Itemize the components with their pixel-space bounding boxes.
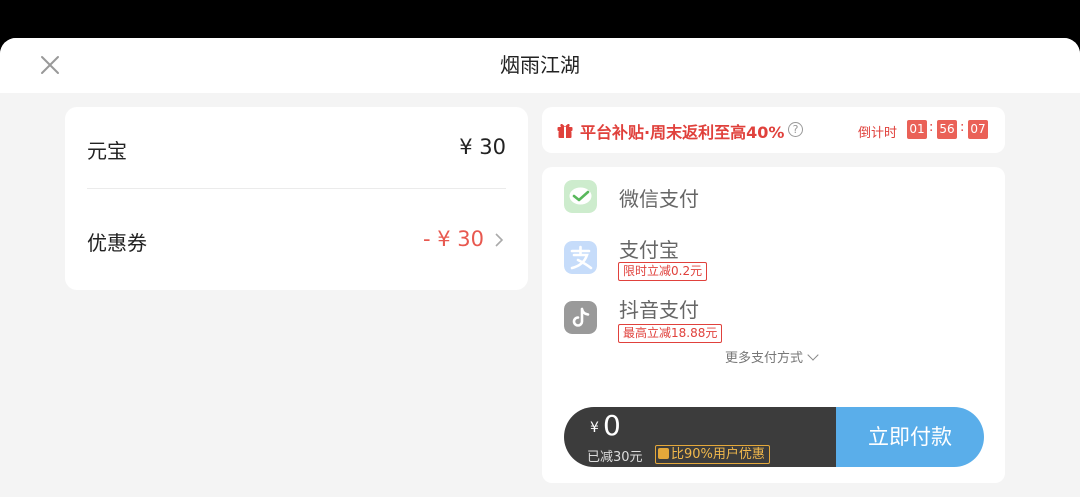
page-title: 烟雨江湖 (500, 53, 580, 77)
countdown-seconds: 07 (968, 120, 988, 139)
compare-text: 比90%用户优惠 (671, 447, 765, 462)
currency-symbol: ¥ (590, 420, 599, 436)
payment-methods-card: 微信支付 支付宝 限时立减0.2元 抖音支付 最高立减18.88元 更多支付方式… (542, 167, 1005, 483)
promo-text: 平台补贴·周末返利至高40% (580, 123, 785, 142)
coupon-value[interactable]: - ¥ 30 (423, 227, 484, 251)
countdown-hours: 01 (907, 120, 927, 139)
pay-option-alipay[interactable]: 支付宝 限时立减0.2元 (542, 229, 1005, 291)
total-summary: ¥ 0 已减30元 比90%用户优惠 (564, 407, 838, 467)
reduced-amount: 已减30元 (587, 450, 643, 465)
pay-option-name: 支付宝 (619, 238, 679, 262)
pay-option-douyin[interactable]: 抖音支付 最高立减18.88元 (542, 291, 1005, 349)
item-label: 元宝 (87, 139, 127, 163)
pay-option-wechat[interactable]: 微信支付 (542, 167, 1005, 227)
item-row: 元宝 ¥ 30 (87, 107, 506, 189)
countdown-separator: : (929, 120, 934, 135)
help-icon[interactable]: ? (788, 122, 803, 137)
status-bar (0, 0, 1080, 38)
total-amount: 0 (603, 409, 621, 442)
coupon-label: 优惠券 (87, 231, 147, 255)
coupon-row[interactable]: 优惠券 - ¥ 30 (87, 189, 506, 290)
order-summary-card: 元宝 ¥ 30 优惠券 - ¥ 30 (65, 107, 528, 290)
pay-bar: ¥ 0 已减30元 比90%用户优惠 立即付款 (564, 407, 984, 467)
countdown-minutes: 56 (937, 120, 957, 139)
chevron-down-icon (807, 349, 819, 361)
chevron-right-icon[interactable] (492, 229, 506, 251)
discount-badge: 限时立减0.2元 (618, 262, 708, 281)
alipay-icon (564, 241, 597, 274)
discount-badge: 最高立减18.88元 (618, 324, 723, 343)
countdown-separator: : (960, 120, 965, 135)
close-icon[interactable] (36, 51, 64, 79)
wechat-pay-icon (564, 180, 597, 213)
countdown-label: 倒计时 (858, 126, 898, 141)
gift-icon (557, 123, 573, 138)
pay-option-name: 微信支付 (619, 187, 699, 211)
more-payment-methods[interactable]: 更多支付方式 (725, 347, 819, 366)
pay-option-name: 抖音支付 (619, 298, 699, 322)
pay-now-button[interactable]: 立即付款 (836, 407, 984, 467)
sheet-header: 烟雨江湖 (0, 38, 1080, 93)
payment-sheet: 烟雨江湖 元宝 ¥ 30 优惠券 - ¥ 30 平台补贴·周末返利至高40% ?… (0, 38, 1080, 497)
promo-banner: 平台补贴·周末返利至高40% ? 倒计时 01 : 56 : 07 (542, 107, 1005, 153)
item-price: ¥ 30 (459, 135, 506, 159)
douyin-pay-icon (564, 301, 597, 334)
trend-icon (658, 448, 669, 459)
more-payment-label: 更多支付方式 (725, 351, 804, 366)
compare-badge: 比90%用户优惠 (655, 445, 770, 464)
